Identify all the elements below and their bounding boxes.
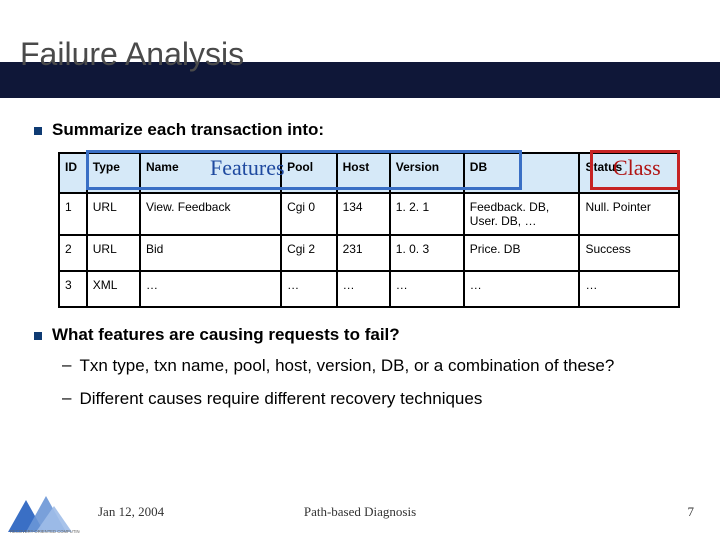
cell: URL [87, 235, 140, 271]
col-name: Name [140, 153, 281, 193]
bullet-1-text: Summarize each transaction into: [52, 120, 324, 140]
cell: 3 [59, 271, 87, 307]
bullet-2-text: What features are causing requests to fa… [52, 325, 400, 345]
sub-bullet-1: – Txn type, txn name, pool, host, versio… [62, 355, 690, 378]
cell: 2 [59, 235, 87, 271]
footer-page-number: 7 [688, 504, 695, 520]
table-row: 3 XML … … … … … … [59, 271, 679, 307]
transaction-table: ID Type Name Pool Host Version DB Status… [58, 152, 680, 308]
cell: Price. DB [464, 235, 580, 271]
cell: View. Feedback [140, 193, 281, 235]
col-id: ID [59, 153, 87, 193]
dash-icon: – [62, 388, 71, 408]
cell: Cgi 0 [281, 193, 337, 235]
col-version: Version [390, 153, 464, 193]
col-pool: Pool [281, 153, 337, 193]
cell: 134 [337, 193, 390, 235]
cell: Success [579, 235, 679, 271]
sub-bullet-1-text: Txn type, txn name, pool, host, version,… [79, 355, 614, 378]
cell: … [579, 271, 679, 307]
bullet-1: Summarize each transaction into: [34, 120, 690, 140]
bullet-2: What features are causing requests to fa… [34, 325, 690, 345]
dash-icon: – [62, 355, 71, 375]
bullet-square-icon [34, 332, 42, 340]
col-db: DB [464, 153, 580, 193]
cell: … [390, 271, 464, 307]
cell: … [464, 271, 580, 307]
cell: Null. Pointer [579, 193, 679, 235]
cell: Cgi 2 [281, 235, 337, 271]
footer-center-text: Path-based Diagnosis [0, 504, 720, 520]
bullet-square-icon [34, 127, 42, 135]
col-status: Status [579, 153, 679, 193]
sub-bullet-2-text: Different causes require different recov… [79, 388, 482, 411]
cell: 1. 0. 3 [390, 235, 464, 271]
cell: Feedback. DB, User. DB, … [464, 193, 580, 235]
col-type: Type [87, 153, 140, 193]
slide: Failure Analysis Summarize each transact… [0, 0, 720, 540]
table-row: 1 URL View. Feedback Cgi 0 134 1. 2. 1 F… [59, 193, 679, 235]
cell: … [281, 271, 337, 307]
cell: URL [87, 193, 140, 235]
slide-title: Failure Analysis [20, 36, 244, 73]
col-host: Host [337, 153, 390, 193]
table-header-row: ID Type Name Pool Host Version DB Status [59, 153, 679, 193]
cell: 1 [59, 193, 87, 235]
sub-bullet-2: – Different causes require different rec… [62, 388, 690, 411]
cell: … [140, 271, 281, 307]
cell: Bid [140, 235, 281, 271]
cell: XML [87, 271, 140, 307]
table-row: 2 URL Bid Cgi 2 231 1. 0. 3 Price. DB Su… [59, 235, 679, 271]
cell: 1. 2. 1 [390, 193, 464, 235]
body-top: Summarize each transaction into: Feature… [34, 120, 690, 308]
cell: … [337, 271, 390, 307]
cell: 231 [337, 235, 390, 271]
table-container: Features Class ID Type Name Pool Host Ve… [58, 152, 680, 308]
body-bottom: What features are causing requests to fa… [34, 325, 690, 411]
svg-text:RECOVERY-ORIENTED COMPUTING: RECOVERY-ORIENTED COMPUTING [10, 529, 80, 534]
